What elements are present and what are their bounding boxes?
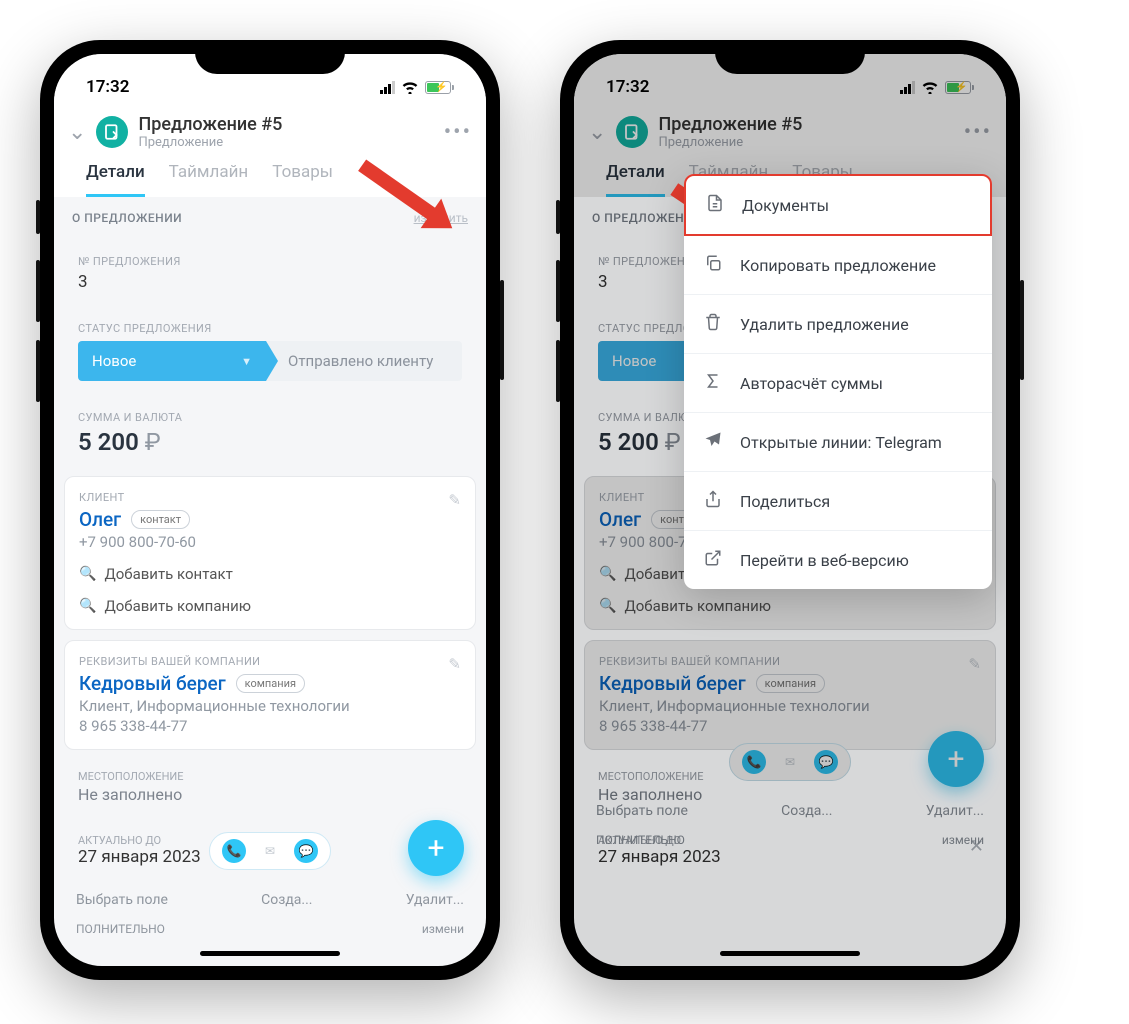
wifi-icon: [401, 80, 419, 94]
add-company-button[interactable]: 🔍Добавить компанию: [79, 597, 461, 615]
screen: 17:32 ⚡ ⌄ Предложение #5 Предложение •••…: [54, 54, 486, 966]
status-sent[interactable]: Отправлено клиенту: [266, 341, 462, 381]
tab-products[interactable]: Товары: [272, 162, 333, 197]
menu-autocalc[interactable]: Авторасчёт суммы: [684, 354, 992, 413]
status-new[interactable]: Новое▼: [78, 341, 266, 381]
amount-field[interactable]: СУММА И ВАЛЮТА 5 200 ₽: [64, 401, 476, 466]
phone-icon[interactable]: 📞: [222, 839, 246, 863]
menu-web[interactable]: Перейти в веб-версию: [684, 531, 992, 589]
bottom-bar: Выбрать поле Созда... Удалит...: [54, 892, 486, 908]
status-label: СТАТУС ПРЕДЛОЖЕНИЯ: [78, 322, 462, 335]
tab-details[interactable]: Детали: [86, 162, 145, 197]
amount-value: 5 200 ₽: [78, 428, 462, 456]
share-icon: [704, 490, 724, 512]
search-icon: 🔍: [79, 598, 96, 614]
screen: 17:32 ⚡ ⌄ Предложение #5 Предложение •••…: [574, 54, 1006, 966]
page-subtitle: Предложение: [138, 135, 433, 150]
tab-timeline[interactable]: Таймлайн: [169, 162, 249, 197]
chevron-down-icon: ▼: [241, 355, 252, 368]
location-field[interactable]: МЕСТОПОЛОЖЕНИЕ Не заполнено: [64, 760, 476, 814]
company-phone: 8 965 338-44-77: [79, 717, 461, 735]
offer-icon: [96, 116, 128, 148]
add-contact-button[interactable]: 🔍Добавить контакт: [79, 565, 461, 583]
company-name[interactable]: Кедровый берег компания: [79, 672, 305, 695]
offer-number-field[interactable]: № ПРЕДЛОЖЕНИЯ 3: [64, 245, 476, 302]
company-desc: Клиент, Информационные технологии: [79, 697, 461, 715]
external-link-icon: [704, 549, 724, 571]
menu-share[interactable]: Поделиться: [684, 472, 992, 531]
document-icon: [706, 194, 726, 216]
num-label: № ПРЕДЛОЖЕНИЯ: [78, 255, 462, 268]
chat-icon[interactable]: 💬: [294, 839, 318, 863]
quick-actions-pill: 📞 ✉ 💬: [209, 832, 331, 870]
additional-section: ПОЛНИТЕЛЬНО измени: [54, 922, 486, 936]
collapse-icon[interactable]: ⌄: [68, 120, 86, 145]
home-indicator: [200, 951, 340, 956]
num-value: 3: [78, 272, 462, 292]
sum-icon: [704, 372, 724, 394]
edit-icon[interactable]: ✎: [448, 491, 461, 509]
company-badge: компания: [236, 674, 305, 693]
battery-icon: ⚡: [425, 81, 454, 94]
menu-copy[interactable]: Копировать предложение: [684, 236, 992, 295]
amount-label: СУММА И ВАЛЮТА: [78, 411, 462, 424]
telegram-icon: [704, 431, 724, 453]
menu-delete[interactable]: Удалить предложение: [684, 295, 992, 354]
select-field-button[interactable]: Выбрать поле: [76, 892, 168, 908]
company-label: РЕКВИЗИТЫ ВАШЕЙ КОМПАНИИ: [79, 655, 461, 668]
status-bar: 17:32 ⚡: [54, 54, 486, 108]
trash-icon: [704, 313, 724, 335]
client-name[interactable]: Олег контакт: [79, 508, 190, 531]
mail-icon[interactable]: ✉: [258, 839, 282, 863]
copy-icon: [704, 254, 724, 276]
client-phone: +7 900 800-70-60: [79, 533, 461, 551]
edit-icon[interactable]: ✎: [448, 655, 461, 673]
menu-telegram[interactable]: Открытые линии: Telegram: [684, 413, 992, 472]
company-card: ✎ РЕКВИЗИТЫ ВАШЕЙ КОМПАНИИ Кедровый бере…: [64, 640, 476, 750]
status-time: 17:32: [86, 77, 129, 97]
location-label: МЕСТОПОЛОЖЕНИЕ: [78, 770, 462, 783]
client-card: ✎ КЛИЕНТ Олег контакт +7 900 800-70-60 🔍…: [64, 476, 476, 630]
create-button[interactable]: Созда...: [261, 892, 312, 908]
search-icon: 🔍: [79, 566, 96, 582]
location-value: Не заполнено: [78, 785, 462, 804]
menu-documents[interactable]: Документы: [684, 174, 992, 236]
contact-badge: контакт: [131, 510, 190, 529]
delete-button[interactable]: Удалит...: [406, 892, 464, 908]
cellular-icon: [380, 81, 395, 94]
phone-mockup-right: 17:32 ⚡ ⌄ Предложение #5 Предложение •••…: [560, 40, 1020, 980]
page-header: ⌄ Предложение #5 Предложение ••• Детали …: [54, 108, 486, 197]
status-field: СТАТУС ПРЕДЛОЖЕНИЯ Новое▼ Отправлено кли…: [64, 312, 476, 391]
client-label: КЛИЕНТ: [79, 491, 461, 504]
about-title: О ПРЕДЛОЖЕНИИ: [72, 211, 182, 225]
more-menu-button[interactable]: •••: [444, 120, 472, 145]
page-title: Предложение #5: [138, 114, 433, 135]
phone-mockup-left: 17:32 ⚡ ⌄ Предложение #5 Предложение •••…: [40, 40, 500, 980]
fab-add-button[interactable]: +: [408, 820, 464, 876]
context-menu: Документы Копировать предложение Удалить…: [684, 174, 992, 589]
tabs: Детали Таймлайн Товары: [68, 150, 472, 197]
